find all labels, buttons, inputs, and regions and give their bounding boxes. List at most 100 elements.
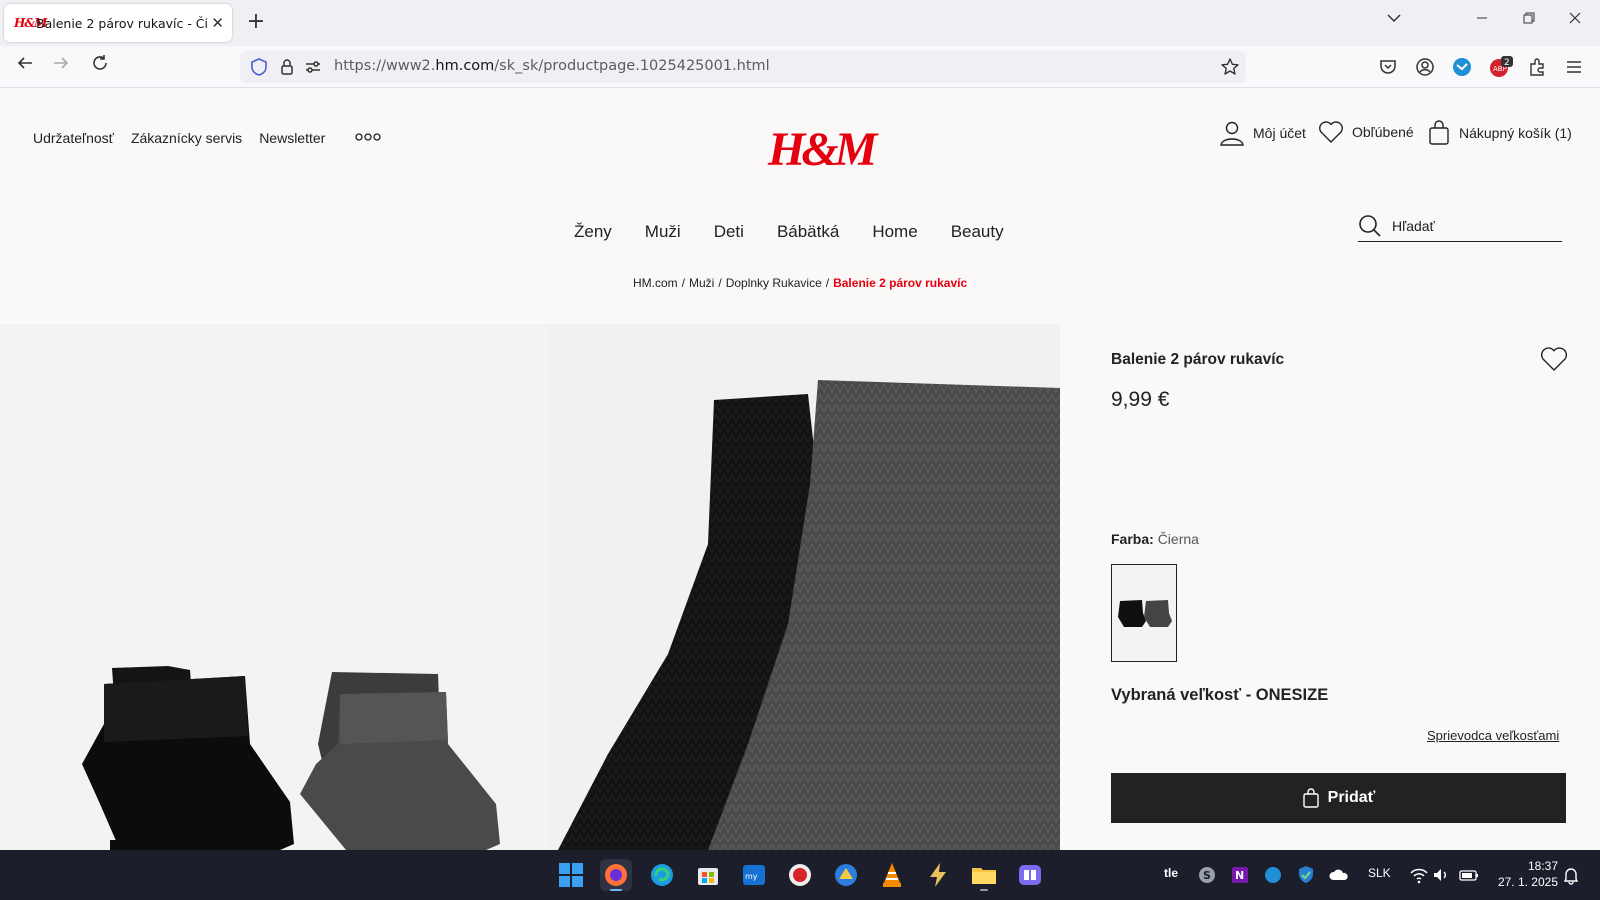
close-icon[interactable]: ✕: [211, 14, 224, 32]
selected-size: Vybraná veľkosť - ONESIZE: [1111, 686, 1329, 704]
extensions-puzzle-icon[interactable]: [1527, 56, 1549, 78]
color-value: Čierna: [1157, 531, 1199, 547]
search-box: [1358, 212, 1562, 242]
permissions-icon[interactable]: [303, 57, 323, 77]
bookmark-star-icon[interactable]: [1220, 57, 1240, 77]
app-purple-icon[interactable]: [1014, 859, 1046, 891]
taskbar: my tle S N SLK 18:37 27. 1. 2025: [0, 850, 1600, 900]
add-to-cart-label: Pridať: [1327, 789, 1376, 806]
browser-toolbar: https://www2.hm.com/sk_sk/productpage.10…: [0, 46, 1600, 88]
breadcrumb: HM.com / Muži / Doplnky Rukavice / Balenie 2 p…: [633, 276, 967, 290]
battery-icon[interactable]: [1458, 864, 1480, 886]
add-to-cart-button[interactable]: Pridať: [1111, 773, 1566, 823]
shopping-bag-icon: [1429, 120, 1449, 145]
shield-icon[interactable]: [249, 57, 269, 77]
app-red-circle-icon[interactable]: [784, 859, 816, 891]
edge-icon[interactable]: [646, 859, 678, 891]
firefox-icon[interactable]: [600, 859, 632, 891]
tray-app-label[interactable]: tle: [1164, 866, 1178, 880]
breadcrumb-gloves[interactable]: Doplnky Rukavice: [726, 276, 822, 290]
color-swatch-black[interactable]: [1111, 564, 1177, 662]
minimize-button[interactable]: [1470, 10, 1494, 30]
heart-icon: [1319, 121, 1343, 143]
size-guide-link[interactable]: Sprievodca veľkosťami: [1427, 728, 1559, 743]
hm-favicon-icon: H&M: [14, 16, 47, 30]
back-button[interactable]: [12, 54, 38, 80]
nav-item-home[interactable]: Home: [872, 222, 917, 242]
user-icon: [1220, 121, 1244, 146]
color-info: Farba: Čierna: [1111, 531, 1199, 547]
my-account-label: Môj účet: [1253, 125, 1306, 141]
clock-date: 27. 1. 2025: [1497, 875, 1558, 889]
lock-icon[interactable]: [277, 57, 297, 77]
new-tab-button[interactable]: +: [244, 10, 268, 34]
link-customer-service[interactable]: Zákaznícky servis: [131, 130, 242, 146]
search-input[interactable]: [1392, 215, 1558, 237]
keyboard-language[interactable]: SLK: [1368, 866, 1391, 880]
nav-item-beauty[interactable]: Beauty: [951, 222, 1004, 242]
svg-text:my: my: [745, 872, 758, 881]
cart-link[interactable]: Nákupný košík (1): [1427, 120, 1572, 146]
clock-time: 18:37: [1527, 859, 1558, 873]
url-text[interactable]: https://www2.hm.com/sk_sk/productpage.10…: [334, 58, 770, 74]
breadcrumb-separator: /: [718, 276, 722, 290]
breadcrumb-current: Balenie 2 párov rukavíc: [833, 276, 968, 290]
windows-start-icon[interactable]: [555, 859, 587, 891]
clock[interactable]: 18:37 27. 1. 2025: [1488, 858, 1558, 890]
volume-icon[interactable]: [1430, 864, 1452, 886]
cart-label: Nákupný košík (1): [1459, 125, 1572, 141]
account-icon[interactable]: [1414, 56, 1436, 78]
extension-bird-icon[interactable]: [1451, 56, 1473, 78]
browser-tab[interactable]: H&M Balenie 2 párov rukavíc - Čierna ✕: [4, 4, 232, 42]
product-image-closeup[interactable]: [548, 324, 1060, 850]
restore-button[interactable]: [1517, 10, 1541, 30]
nav-item-baby[interactable]: Bábätká: [777, 222, 839, 242]
close-window-button[interactable]: [1563, 10, 1587, 30]
my-account-link[interactable]: Môj účet: [1219, 120, 1306, 146]
notification-bell-icon[interactable]: [1560, 864, 1582, 886]
microsoft-store-icon[interactable]: [692, 859, 724, 891]
skype-icon[interactable]: S: [1196, 864, 1218, 886]
black-glove-front-shape: [82, 676, 294, 850]
nav-item-kids[interactable]: Deti: [714, 222, 744, 242]
favorites-link[interactable]: Obľúbené: [1318, 120, 1414, 144]
favorites-label: Obľúbené: [1352, 124, 1414, 140]
tab-list-chevron-down-icon[interactable]: [1382, 10, 1406, 30]
adblock-extension-icon[interactable]: ABP 2: [1488, 56, 1513, 78]
link-sustainability[interactable]: Udržateľnosť: [33, 130, 114, 146]
pocket-icon[interactable]: [1377, 56, 1399, 78]
hm-logo[interactable]: H&M: [768, 122, 877, 177]
utility-links: Udržateľnosť Zákaznícky servis Newslette…: [33, 130, 342, 146]
tab-title: Balenie 2 párov rukavíc - Čierna: [36, 15, 208, 31]
security-shield-icon[interactable]: [1295, 864, 1317, 886]
product-title: Balenie 2 párov rukavíc: [1111, 351, 1285, 368]
svg-text:2: 2: [1504, 58, 1510, 68]
onenote-icon[interactable]: N: [1229, 864, 1251, 886]
reload-button[interactable]: [87, 54, 113, 80]
search-icon[interactable]: [1358, 214, 1382, 238]
tray-bird-icon[interactable]: [1262, 864, 1284, 886]
onedrive-cloud-icon[interactable]: [1328, 864, 1350, 886]
color-label: Farba:: [1111, 531, 1154, 547]
vlc-icon[interactable]: [876, 859, 908, 891]
myhp-icon[interactable]: my: [738, 859, 770, 891]
add-to-favorites-heart-icon[interactable]: [1540, 346, 1568, 376]
app-lightning-icon[interactable]: [922, 859, 954, 891]
more-options-icon[interactable]: [355, 132, 381, 145]
menu-hamburger-icon[interactable]: [1563, 56, 1585, 78]
breadcrumb-hm[interactable]: HM.com: [633, 276, 678, 290]
product-page: Udržateľnosť Zákaznícky servis Newslette…: [0, 88, 1600, 850]
file-explorer-icon[interactable]: [968, 859, 1000, 891]
forward-button[interactable]: [48, 54, 74, 80]
app-blue-icon[interactable]: [830, 859, 862, 891]
link-newsletter[interactable]: Newsletter: [259, 130, 325, 146]
nav-item-men[interactable]: Muži: [645, 222, 681, 242]
wifi-icon[interactable]: [1408, 864, 1430, 886]
address-bar[interactable]: https://www2.hm.com/sk_sk/productpage.10…: [240, 51, 1246, 83]
main-navigation: Ženy Muži Deti Bábätká Home Beauty: [574, 222, 1037, 242]
product-image-flatlay[interactable]: [0, 324, 548, 850]
breadcrumb-separator: /: [681, 276, 686, 290]
breadcrumb-separator: /: [825, 276, 830, 290]
breadcrumb-men[interactable]: Muži: [689, 276, 714, 290]
nav-item-women[interactable]: Ženy: [574, 222, 612, 242]
